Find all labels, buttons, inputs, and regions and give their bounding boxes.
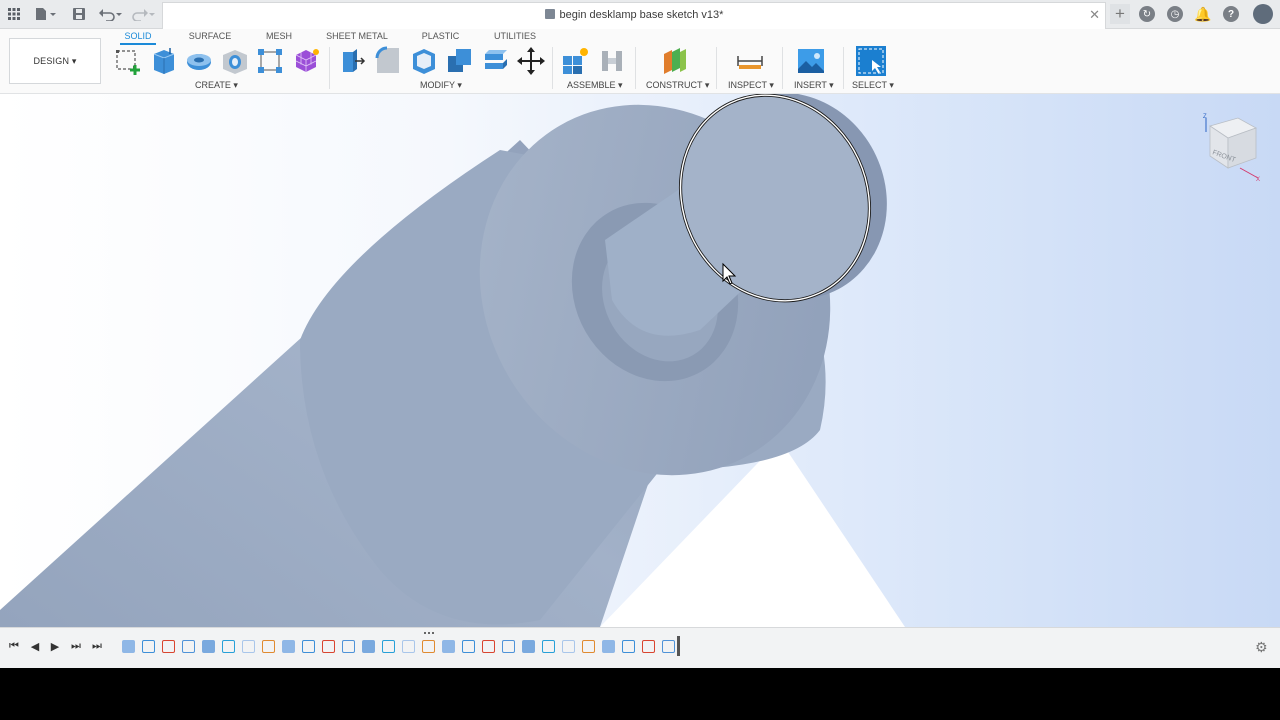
select-menu[interactable]: SELECT ▾ bbox=[852, 80, 894, 91]
pattern-icon[interactable] bbox=[255, 46, 285, 76]
insert-image-icon[interactable] bbox=[796, 46, 826, 76]
timeline-feature-icon[interactable] bbox=[482, 640, 495, 653]
apps-grid-icon[interactable] bbox=[5, 5, 23, 23]
step-back-icon[interactable]: ◀ bbox=[28, 639, 42, 653]
timeline-feature-icon[interactable] bbox=[182, 640, 195, 653]
help-icon[interactable]: ? bbox=[1223, 6, 1239, 22]
document-tab[interactable]: begin desklamp base sketch v13* ✕ bbox=[162, 2, 1106, 29]
revolve-icon[interactable] bbox=[184, 46, 214, 76]
timeline-feature-icon[interactable] bbox=[302, 640, 315, 653]
timeline-feature-icon[interactable] bbox=[662, 640, 675, 653]
timeline: ⏮ ◀ ▶ ⏭ ⏭ ⚙ bbox=[0, 627, 1280, 668]
extrude-icon[interactable] bbox=[148, 46, 178, 76]
fillet-icon[interactable] bbox=[373, 46, 403, 76]
z-axis-label: Z bbox=[1203, 114, 1207, 120]
timeline-feature-icon[interactable] bbox=[202, 640, 215, 653]
separator bbox=[329, 47, 330, 89]
model-canvas[interactable] bbox=[0, 94, 1280, 627]
notifications-icon[interactable]: 🔔 bbox=[1194, 6, 1211, 22]
tab-sheet-metal[interactable]: SHEET METAL bbox=[325, 29, 389, 45]
create-sketch-icon[interactable] bbox=[113, 46, 143, 76]
go-to-start-icon[interactable]: ⏮ bbox=[7, 639, 21, 653]
document-title: begin desklamp base sketch v13* bbox=[559, 9, 724, 21]
undo-icon[interactable] bbox=[97, 5, 123, 23]
timeline-feature-icon[interactable] bbox=[382, 640, 395, 653]
x-axis-label: X bbox=[1256, 177, 1260, 182]
timeline-feature-icon[interactable] bbox=[522, 640, 535, 653]
tab-utilities[interactable]: UTILITIES bbox=[492, 29, 538, 45]
new-component-icon[interactable] bbox=[560, 46, 590, 76]
timeline-feature-icon[interactable] bbox=[562, 640, 575, 653]
play-icon[interactable]: ▶ bbox=[48, 639, 62, 653]
step-forward-icon[interactable]: ⏭ bbox=[69, 639, 83, 653]
timeline-marker[interactable] bbox=[677, 636, 680, 656]
offset-face-icon[interactable] bbox=[481, 46, 511, 76]
select-icon[interactable] bbox=[856, 46, 886, 76]
timeline-feature-icon[interactable] bbox=[342, 640, 355, 653]
assemble-menu[interactable]: ASSEMBLE ▾ bbox=[567, 80, 623, 91]
workspace-switcher-button[interactable]: DESIGN ▾ bbox=[9, 38, 101, 84]
joint-icon[interactable] bbox=[597, 46, 627, 76]
file-icon[interactable] bbox=[32, 5, 58, 23]
insert-menu[interactable]: INSERT ▾ bbox=[794, 80, 834, 91]
extensions-icon[interactable]: ↻ bbox=[1139, 6, 1155, 22]
offset-plane-icon[interactable] bbox=[660, 46, 690, 76]
title-bar: begin desklamp base sketch v13* ✕ + ↻ ◷ … bbox=[0, 0, 1280, 29]
redo-icon[interactable] bbox=[130, 5, 156, 23]
modify-menu[interactable]: MODIFY ▾ bbox=[420, 80, 462, 91]
timeline-feature-icon[interactable] bbox=[242, 640, 255, 653]
gear-icon[interactable]: ⚙ bbox=[1255, 639, 1268, 656]
timeline-group-marker bbox=[424, 632, 434, 636]
timeline-feature-icon[interactable] bbox=[502, 640, 515, 653]
timeline-feature-icon[interactable] bbox=[622, 640, 635, 653]
timeline-feature-icon[interactable] bbox=[142, 640, 155, 653]
separator bbox=[782, 47, 783, 89]
component-icon bbox=[544, 9, 555, 19]
tab-solid[interactable]: SOLID bbox=[120, 29, 156, 45]
combine-icon[interactable] bbox=[445, 46, 475, 76]
timeline-feature-icon[interactable] bbox=[282, 640, 295, 653]
timeline-feature-icon[interactable] bbox=[222, 640, 235, 653]
move-copy-icon[interactable] bbox=[516, 46, 546, 76]
timeline-feature-icon[interactable] bbox=[322, 640, 335, 653]
separator bbox=[843, 47, 844, 89]
timeline-feature-icon[interactable] bbox=[362, 640, 375, 653]
shell-icon[interactable] bbox=[409, 46, 439, 76]
construct-menu[interactable]: CONSTRUCT ▾ bbox=[646, 80, 709, 91]
save-icon[interactable] bbox=[70, 5, 88, 23]
job-status-icon[interactable]: ◷ bbox=[1167, 6, 1183, 22]
go-to-end-icon[interactable]: ⏭ bbox=[90, 639, 104, 653]
measure-icon[interactable] bbox=[735, 46, 765, 76]
separator bbox=[716, 47, 717, 89]
timeline-feature-icon[interactable] bbox=[462, 640, 475, 653]
inspect-menu[interactable]: INSPECT ▾ bbox=[728, 80, 774, 91]
avatar[interactable] bbox=[1253, 4, 1273, 24]
tab-mesh[interactable]: MESH bbox=[262, 29, 296, 45]
canvas-viewport[interactable]: FRONT Z X bbox=[0, 94, 1280, 627]
create-menu[interactable]: CREATE ▾ bbox=[195, 80, 238, 91]
timeline-feature-icon[interactable] bbox=[402, 640, 415, 653]
timeline-feature-icon[interactable] bbox=[582, 640, 595, 653]
hole-icon[interactable] bbox=[220, 46, 250, 76]
new-tab-button[interactable]: + bbox=[1110, 4, 1130, 24]
timeline-feature-icon[interactable] bbox=[162, 640, 175, 653]
tab-plastic[interactable]: PLASTIC bbox=[418, 29, 463, 45]
timeline-feature-icon[interactable] bbox=[442, 640, 455, 653]
timeline-feature-icon[interactable] bbox=[642, 640, 655, 653]
toolbar: DESIGN ▾ SOLID SURFACE MESH SHEET METAL … bbox=[0, 29, 1280, 94]
separator bbox=[635, 47, 636, 89]
viewcube[interactable]: FRONT Z X bbox=[1200, 112, 1262, 183]
timeline-feature-icon[interactable] bbox=[542, 640, 555, 653]
press-pull-icon[interactable] bbox=[337, 46, 367, 76]
close-tab-icon[interactable]: ✕ bbox=[1089, 7, 1100, 23]
timeline-feature-icon[interactable] bbox=[602, 640, 615, 653]
create-form-icon[interactable] bbox=[291, 46, 321, 76]
timeline-feature-icon[interactable] bbox=[422, 640, 435, 653]
timeline-feature-icon[interactable] bbox=[262, 640, 275, 653]
fusion-window: begin desklamp base sketch v13* ✕ + ↻ ◷ … bbox=[0, 0, 1280, 668]
timeline-feature-icon[interactable] bbox=[122, 640, 135, 653]
tab-surface[interactable]: SURFACE bbox=[186, 29, 234, 45]
separator bbox=[552, 47, 553, 89]
